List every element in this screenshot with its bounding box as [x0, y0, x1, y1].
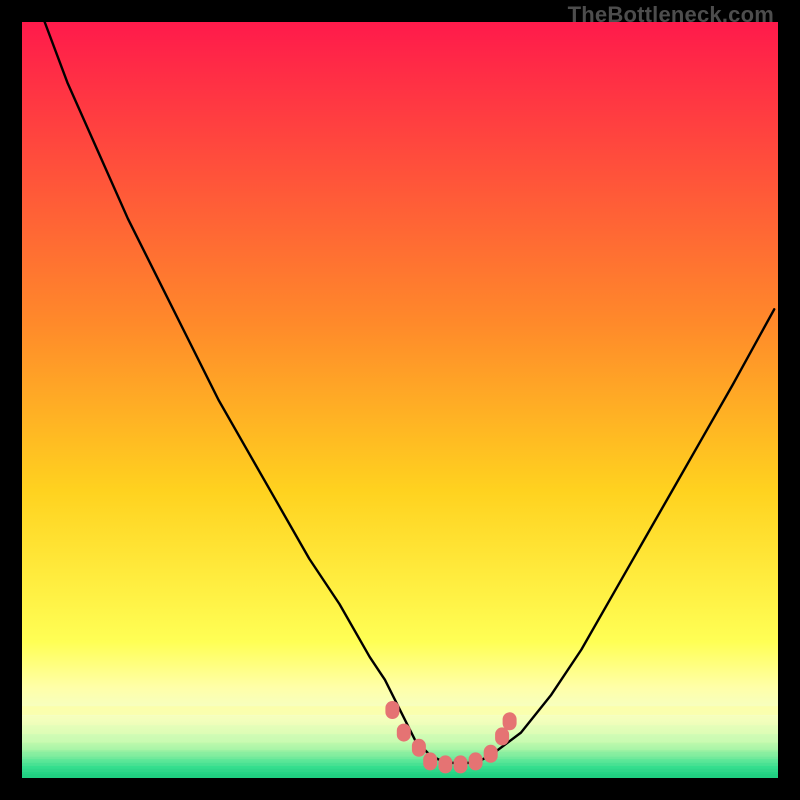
- gradient-stripe: [22, 716, 778, 725]
- curve-marker: [495, 727, 509, 745]
- gradient-stripe: [22, 774, 778, 778]
- chart-plot-area: [22, 22, 778, 778]
- curve-marker: [412, 739, 426, 757]
- curve-marker: [503, 712, 517, 730]
- curve-marker: [484, 745, 498, 763]
- chart-background: [22, 22, 778, 778]
- curve-marker: [438, 755, 452, 773]
- chart-svg: [22, 22, 778, 778]
- curve-marker: [469, 752, 483, 770]
- curve-marker: [423, 752, 437, 770]
- curve-marker: [454, 755, 468, 773]
- curve-marker: [397, 724, 411, 742]
- watermark-text: TheBottleneck.com: [568, 2, 774, 28]
- chart-frame: TheBottleneck.com: [0, 0, 800, 800]
- curve-marker: [385, 701, 399, 719]
